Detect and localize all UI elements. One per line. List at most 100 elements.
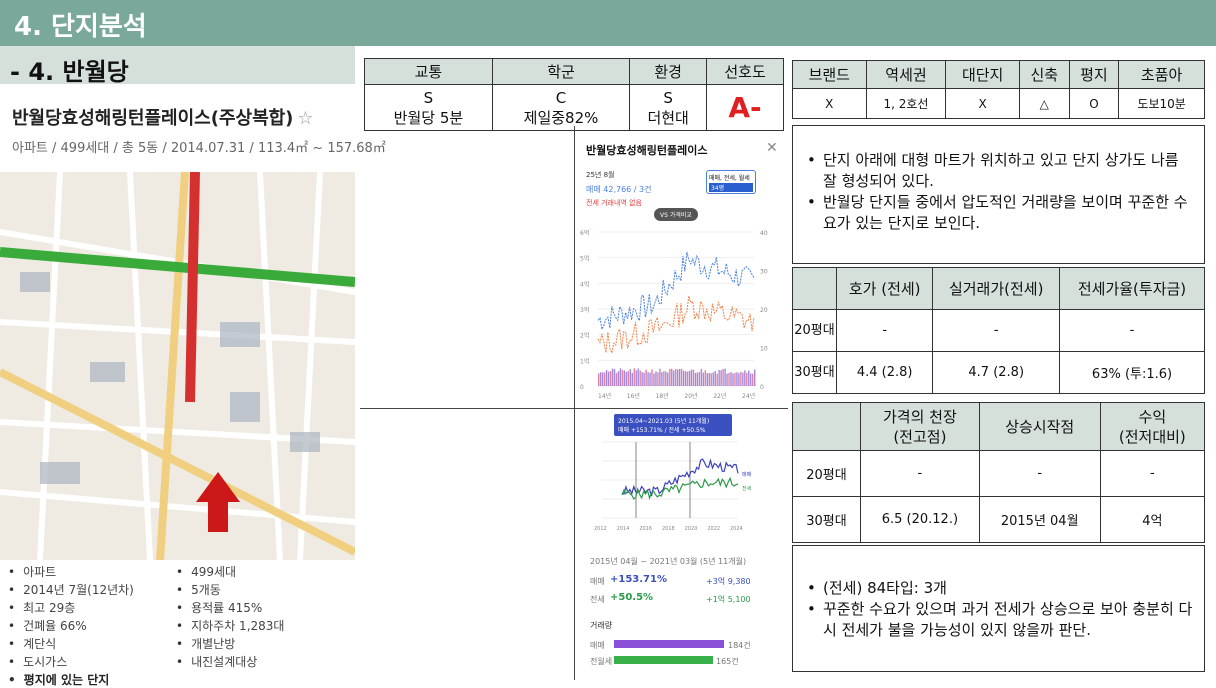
peak-header: 가격의 천장 (전고점): [860, 402, 980, 451]
volume-bar: [706, 373, 709, 386]
volume-bar: [720, 370, 722, 386]
peak-cell: 6.5 (20.12.): [860, 496, 980, 543]
volume-bar: [661, 372, 663, 386]
period-change: 매매 +153.71% / 전세 +50.5%: [618, 427, 706, 434]
note-item: 반월당 단지들 중에서 압도적인 거래량을 보이며 꾸준한 수요가 있는 단지로…: [799, 192, 1194, 234]
volume-bar: [710, 373, 712, 386]
star-icon[interactable]: ☆: [297, 108, 313, 129]
info-item: 개별난방: [176, 635, 346, 652]
volume-bar: [603, 372, 606, 386]
volume-bar: [682, 370, 685, 386]
volume-bar: [621, 369, 624, 386]
grade-note: 제일중82%: [523, 108, 599, 127]
close-icon[interactable]: ✕: [766, 140, 778, 156]
note-box-1: 단지 아래에 대형 마트가 위치하고 있고 단지 상가도 나름 잘 형성되어 있…: [792, 125, 1205, 264]
price-header: 호가 (전세): [835, 267, 934, 310]
grade-header: 학군: [491, 58, 631, 85]
volume-bar: [635, 370, 637, 386]
peak-cell: -: [860, 450, 980, 497]
volume-bar: [698, 371, 701, 386]
feature-header: 신축: [1018, 60, 1070, 89]
lease-series-line: [597, 295, 755, 355]
volume-bar: [647, 372, 649, 386]
feature-value: X: [792, 88, 867, 119]
info-item: 평지에 있는 단지: [8, 671, 176, 688]
complex-name: 반월당효성해링턴플레이스(주상복합) ☆: [12, 104, 314, 130]
volume-bar: [637, 368, 639, 386]
lease-amount: +1억 5,100: [706, 595, 751, 604]
volume-bar: [617, 371, 620, 386]
volume-bar: [675, 368, 677, 386]
volume-bar: [732, 373, 734, 386]
x-tick-label: 20년: [684, 392, 697, 400]
volume-bar: [649, 372, 651, 386]
volume-bar: [684, 371, 687, 386]
vol-sale-bar: [614, 640, 724, 648]
x-tick-label: 2018: [662, 526, 675, 532]
volume-bar: [615, 372, 618, 386]
volume-bar: [702, 372, 705, 386]
volume-bar: [655, 371, 657, 386]
volume-bar: [665, 371, 667, 386]
volume-bar: [744, 370, 746, 386]
y-tick-label: 3억: [580, 306, 589, 314]
chart1-date: 25년 8월: [586, 171, 615, 179]
note-item: (전세) 84타입: 3개: [799, 578, 1194, 599]
volume-bar: [750, 373, 752, 386]
volume-bar: [730, 372, 732, 386]
divider-vertical: [574, 126, 575, 680]
chart1-lease: 전세 거래내역 없음: [586, 199, 642, 207]
grade-note: 반월당 5분: [393, 108, 464, 127]
vol-sale-label: 매매: [590, 641, 605, 650]
price-cell: -: [1059, 309, 1205, 352]
filter-label: 매매, 전세, 월세: [709, 175, 750, 182]
vol-sale-count: 184건: [728, 641, 751, 650]
y2-tick-label: 0: [760, 384, 764, 391]
filter-dropdown[interactable]: 매매, 전세, 월세 34평: [706, 170, 756, 194]
volume-bar: [663, 371, 665, 386]
info-item: 지하주차 1,283대: [176, 617, 346, 634]
x-tick-label: 2016: [639, 526, 652, 532]
volume-title: 거래량: [590, 621, 613, 630]
volume-bar: [629, 368, 631, 386]
price-header: 실거래가(전세): [932, 267, 1061, 310]
row-label: 20평대: [792, 450, 861, 497]
x-tick-label: 22년: [713, 392, 726, 400]
location-map[interactable]: [0, 172, 355, 560]
grade-value: C: [555, 88, 567, 107]
price-header: [792, 267, 837, 310]
x-tick-label: 2014: [617, 526, 630, 532]
volume-bar: [645, 369, 647, 386]
sale-pct: +153.71%: [610, 574, 667, 585]
summary-period: 2015년 04월 ~ 2021년 03월 (5년 11개월): [590, 557, 747, 566]
feature-value: X: [945, 88, 1020, 119]
volume-bar: [643, 372, 645, 386]
compare-button[interactable]: VS 가격비교: [654, 208, 698, 221]
volume-bar: [728, 373, 730, 386]
volume-bar: [669, 369, 671, 386]
x-tick-label: 2020: [685, 526, 698, 532]
volume-bar: [613, 369, 616, 386]
vol-sale-track: [614, 640, 724, 648]
volume-bar: [601, 372, 604, 386]
volume-bar: [740, 371, 742, 386]
volume-bar: [722, 368, 724, 386]
volume-bar: [673, 370, 675, 386]
price-cell: 4.7 (2.8): [932, 351, 1061, 394]
price-table: 호가 (전세) 실거래가(전세) 전세가율(투자금) 20평대 - - - 30…: [792, 267, 1205, 394]
y-tick-label: 1억: [580, 357, 589, 365]
return-summary-panel: 2015년 04월 ~ 2021년 03월 (5년 11개월) 매매 +153.…: [580, 548, 762, 678]
volume-bar: [700, 368, 703, 386]
y-tick-label: 6억: [580, 229, 589, 237]
price-cell: -: [932, 309, 1061, 352]
period-chart-panel: 2015.04~2021.03 (5년 11개월) 매매 +153.71% / …: [580, 412, 762, 538]
peak-table: 가격의 천장 (전고점) 상승시작점 수익 (전저대비) 20평대 - - - …: [792, 402, 1206, 543]
chart1-sale: 매매 42,766 / 3건: [586, 185, 652, 194]
info-item: 2014년 7월(12년차): [8, 581, 176, 598]
note-item: 단지 아래에 대형 마트가 위치하고 있고 단지 상가도 나름 잘 형성되어 있…: [799, 150, 1194, 192]
volume-bar: [736, 372, 738, 386]
feature-header: 초품아: [1118, 60, 1205, 89]
grade-header: 환경: [629, 58, 708, 85]
peak-cell: -: [1099, 450, 1206, 497]
grade-header: 선호도: [706, 58, 784, 85]
